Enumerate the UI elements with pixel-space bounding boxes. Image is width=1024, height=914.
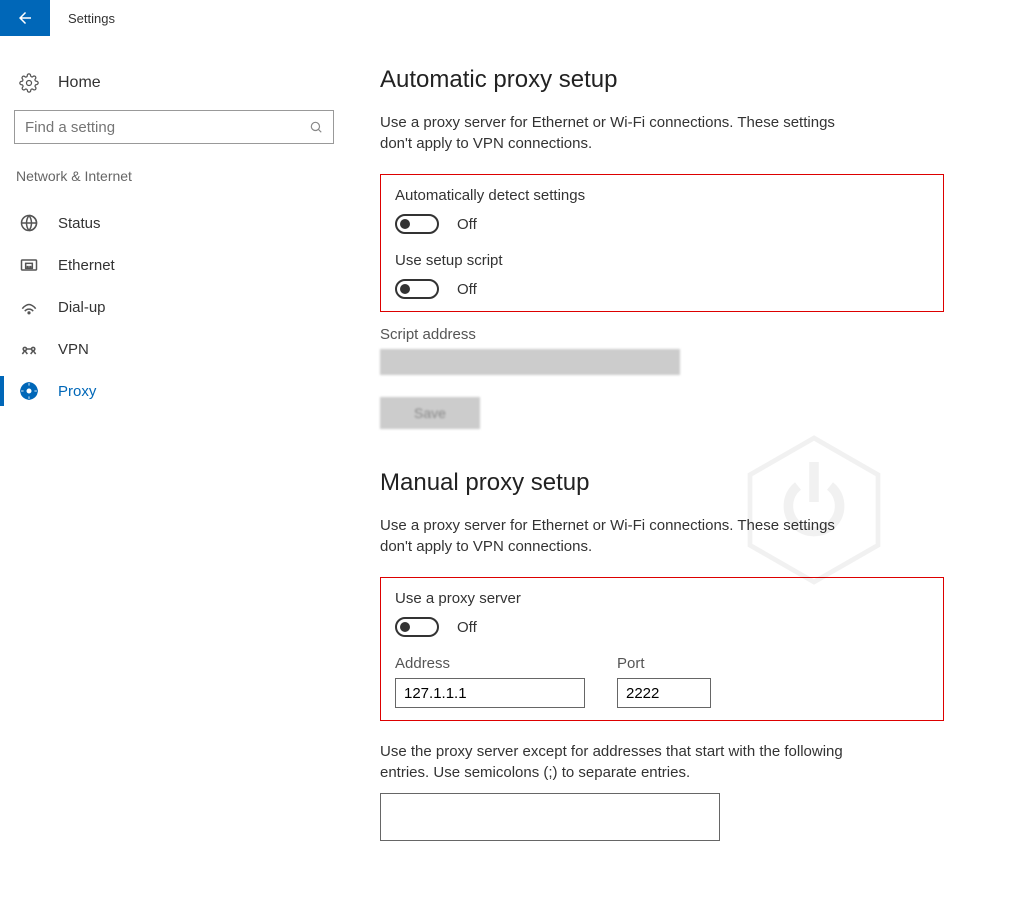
back-button[interactable] [0, 0, 50, 36]
except-input[interactable] [380, 793, 720, 841]
script-toggle[interactable] [395, 279, 439, 299]
sidebar-item-dialup[interactable]: Dial-up [14, 286, 340, 328]
script-state: Off [457, 281, 477, 298]
use-proxy-state: Off [457, 619, 477, 636]
auto-title: Automatic proxy setup [380, 66, 944, 94]
save-button: Save [380, 397, 480, 429]
search-input[interactable] [25, 119, 309, 136]
back-arrow-icon [16, 9, 34, 27]
proxy-icon [18, 380, 40, 402]
auto-highlight-box: Automatically detect settings Off Use se… [380, 174, 944, 312]
home-nav[interactable]: Home [14, 66, 340, 110]
title-bar: Settings [0, 0, 1024, 36]
sidebar-item-label: Proxy [58, 383, 96, 400]
ethernet-icon [18, 254, 40, 276]
sidebar: Home Network & Internet Status Ethernet [0, 66, 340, 841]
use-proxy-label: Use a proxy server [395, 590, 929, 607]
except-text: Use the proxy server except for addresse… [380, 741, 870, 783]
detect-toggle[interactable] [395, 214, 439, 234]
vpn-icon [18, 338, 40, 360]
manual-desc: Use a proxy server for Ethernet or Wi-Fi… [380, 515, 870, 557]
auto-desc: Use a proxy server for Ethernet or Wi-Fi… [380, 112, 870, 154]
use-proxy-toggle[interactable] [395, 617, 439, 637]
search-icon [309, 120, 323, 134]
header-title: Settings [50, 11, 115, 26]
script-addr-label: Script address [380, 326, 944, 343]
sidebar-item-label: Ethernet [58, 257, 115, 274]
sidebar-item-label: Status [58, 215, 101, 232]
detect-state: Off [457, 216, 477, 233]
script-addr-input [380, 349, 680, 375]
home-label: Home [58, 74, 101, 92]
port-label: Port [617, 655, 711, 672]
sidebar-item-status[interactable]: Status [14, 202, 340, 244]
sidebar-item-vpn[interactable]: VPN [14, 328, 340, 370]
category-label: Network & Internet [14, 168, 340, 184]
status-icon [18, 212, 40, 234]
sidebar-item-proxy[interactable]: Proxy [14, 370, 340, 412]
address-input[interactable] [395, 678, 585, 708]
main-content: Automatic proxy setup Use a proxy server… [340, 66, 1024, 841]
dialup-icon [18, 296, 40, 318]
port-input[interactable] [617, 678, 711, 708]
manual-title: Manual proxy setup [380, 469, 944, 497]
search-box[interactable] [14, 110, 334, 144]
sidebar-item-label: Dial-up [58, 299, 106, 316]
detect-label: Automatically detect settings [395, 187, 929, 204]
sidebar-item-label: VPN [58, 341, 89, 358]
script-label: Use setup script [395, 252, 929, 269]
sidebar-item-ethernet[interactable]: Ethernet [14, 244, 340, 286]
gear-icon [18, 72, 40, 94]
manual-highlight-box: Use a proxy server Off Address Port [380, 577, 944, 721]
address-label: Address [395, 655, 585, 672]
